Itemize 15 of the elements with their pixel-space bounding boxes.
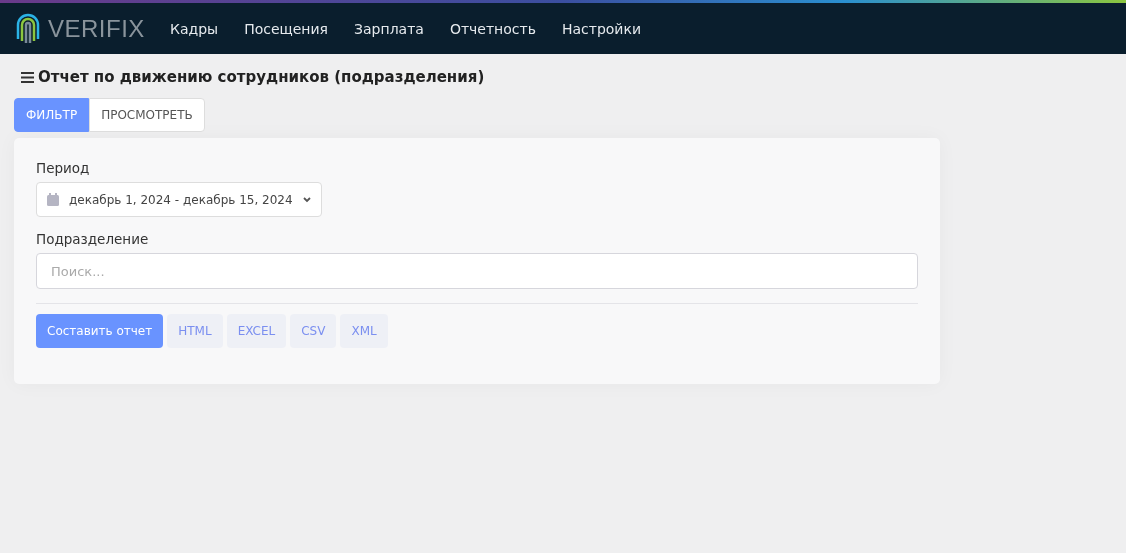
nav-link[interactable]: Посещения <box>244 20 329 37</box>
nav-link[interactable]: Кадры <box>170 20 219 37</box>
calendar-icon <box>47 193 59 206</box>
chevron-down-icon <box>302 196 311 203</box>
page-title: Отчет по движению сотрудников (подразделения) <box>38 68 485 86</box>
nav-link[interactable]: Настройки <box>561 20 641 37</box>
search-field[interactable]: Поиск... <box>36 253 918 289</box>
nav-link[interactable]: Зарплата <box>354 20 424 37</box>
field-label: Подразделение <box>36 231 150 247</box>
menu-icon[interactable] <box>21 71 34 83</box>
nav-link[interactable]: Отчетность <box>449 20 536 37</box>
date-range-picker[interactable]: декабрь 1, 2024 - декабрь 15, 2024 <box>36 182 322 217</box>
tab[interactable]: ПРОСМОТРЕТЬ <box>89 98 205 132</box>
brand-name[interactable]: VERIFIX <box>48 14 145 43</box>
field-label: Период <box>36 160 91 176</box>
